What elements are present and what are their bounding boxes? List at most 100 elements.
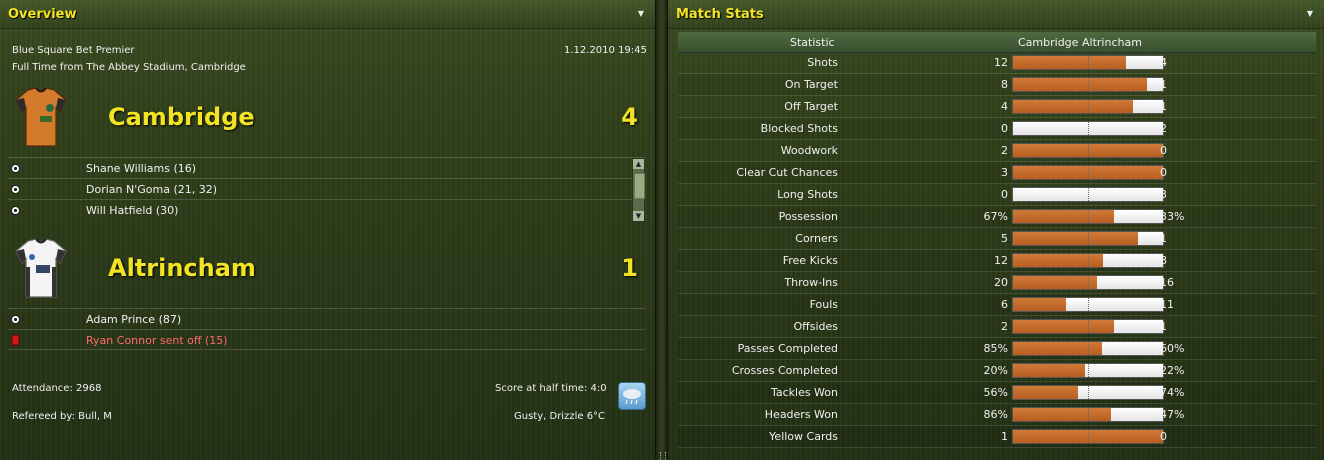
stat-label: Long Shots	[777, 188, 838, 201]
stat-comparison-bar	[1012, 253, 1164, 268]
stat-comparison-bar	[1012, 407, 1164, 422]
stat-bar-midline	[1088, 166, 1089, 179]
home-events-list[interactable]: Shane Williams (16) Dorian N'Goma (21, 3…	[8, 157, 645, 222]
stat-bar-midline	[1088, 232, 1089, 245]
stat-home-fill	[1013, 298, 1066, 311]
stat-bar-midline	[1088, 298, 1089, 311]
stat-row: Yellow Cards 1 0	[678, 426, 1316, 448]
stat-home-fill	[1013, 364, 1085, 377]
stat-away-value: 2	[1160, 122, 1167, 135]
event-text: Ryan Connor sent off (15)	[86, 334, 228, 347]
stat-comparison-bar	[1012, 363, 1164, 378]
stat-label: Shots	[807, 56, 838, 69]
stat-home-value: 1	[1001, 430, 1008, 443]
stat-comparison-bar	[1012, 77, 1164, 92]
stat-home-fill	[1013, 78, 1147, 91]
stat-row: Shots 12 4	[678, 52, 1316, 74]
scroll-down-icon[interactable]: ▼	[633, 211, 644, 221]
stat-away-value: 1	[1160, 232, 1167, 245]
stat-label: Free Kicks	[782, 254, 838, 267]
stat-home-fill	[1013, 56, 1126, 69]
event-row: Ryan Connor sent off (15)	[8, 329, 645, 350]
stat-away-value: 47%	[1160, 408, 1185, 421]
overview-menu-icon[interactable]: ▼	[635, 8, 647, 20]
home-events-scrollbar[interactable]: ▲ ▼	[632, 158, 645, 222]
event-text: Will Hatfield (30)	[86, 204, 179, 217]
stat-row: Passes Completed 85% 60%	[678, 338, 1316, 360]
stat-home-value: 12	[994, 56, 1008, 69]
away-team-score: 1	[621, 254, 638, 282]
match-stats-title: Match Stats	[676, 7, 764, 22]
stat-away-value: 74%	[1160, 386, 1185, 399]
stat-home-fill	[1013, 210, 1114, 223]
stat-home-value: 6	[1001, 298, 1008, 311]
match-stats-menu-icon[interactable]: ▼	[1304, 8, 1316, 20]
scroll-thumb[interactable]	[634, 173, 645, 199]
header-away-team[interactable]: Altrincham	[1082, 36, 1142, 49]
match-venue: Full Time from The Abbey Stadium, Cambri…	[12, 62, 246, 73]
away-events-list[interactable]: Adam Prince (87) Ryan Connor sent off (1…	[8, 308, 645, 350]
stat-home-value: 4	[1001, 100, 1008, 113]
splitter-grip[interactable]	[660, 452, 666, 460]
stat-home-fill	[1013, 100, 1133, 113]
stat-home-value: 56%	[983, 386, 1008, 399]
stat-away-value: 11	[1160, 298, 1174, 311]
event-row: Will Hatfield (30)	[8, 199, 645, 220]
stat-label: Off Target	[784, 100, 838, 113]
header-home-team[interactable]: Cambridge	[1018, 36, 1078, 49]
stat-home-value: 20	[994, 276, 1008, 289]
stat-comparison-bar	[1012, 231, 1164, 246]
event-text: Shane Williams (16)	[86, 162, 197, 175]
header-statistic[interactable]: Statistic	[790, 36, 835, 49]
stat-bar-midline	[1088, 320, 1089, 333]
stat-home-fill	[1013, 254, 1103, 267]
stat-home-fill	[1013, 276, 1097, 289]
stat-label: Clear Cut Chances	[736, 166, 838, 179]
stat-bar-midline	[1088, 78, 1089, 91]
stat-bar-midline	[1088, 386, 1089, 399]
stat-away-value: 1	[1160, 78, 1167, 91]
stat-bar-midline	[1088, 342, 1089, 355]
referee: Refereed by: Bull, M	[12, 411, 112, 422]
stat-row: Throw-Ins 20 16	[678, 272, 1316, 294]
stat-comparison-bar	[1012, 99, 1164, 114]
stat-bar-midline	[1088, 254, 1089, 267]
stat-away-value: 33%	[1160, 210, 1185, 223]
stat-comparison-bar	[1012, 275, 1164, 290]
stat-home-value: 8	[1001, 78, 1008, 91]
stat-comparison-bar	[1012, 385, 1164, 400]
stat-row: Long Shots 0 3	[678, 184, 1316, 206]
stat-bar-midline	[1088, 122, 1089, 135]
stat-comparison-bar	[1012, 121, 1164, 136]
stat-row: Woodwork 2 0	[678, 140, 1316, 162]
scroll-up-icon[interactable]: ▲	[633, 159, 644, 169]
stat-away-value: 1	[1160, 100, 1167, 113]
stat-home-fill	[1013, 386, 1078, 399]
stat-row: Clear Cut Chances 3 0	[678, 162, 1316, 184]
stat-label: On Target	[784, 78, 838, 91]
stat-away-value: 8	[1160, 254, 1167, 267]
away-team-name: Altrincham	[108, 254, 256, 282]
stat-label: Offsides	[793, 320, 838, 333]
stat-row: Offsides 2 1	[678, 316, 1316, 338]
stat-bar-midline	[1088, 210, 1089, 223]
panel-splitter[interactable]	[655, 0, 668, 460]
weather-drizzle-icon	[618, 382, 646, 410]
stat-label: Throw-Ins	[784, 276, 838, 289]
stat-comparison-bar	[1012, 55, 1164, 70]
stat-bar-midline	[1088, 56, 1089, 69]
stat-comparison-bar	[1012, 143, 1164, 158]
match-stats-title-bar: Match Stats ▼	[668, 0, 1324, 29]
event-row: Shane Williams (16)	[8, 157, 645, 178]
event-row: Adam Prince (87)	[8, 308, 645, 329]
stat-comparison-bar	[1012, 319, 1164, 334]
stat-home-value: 86%	[983, 408, 1008, 421]
stat-comparison-bar	[1012, 187, 1164, 202]
stat-bar-midline	[1088, 144, 1089, 157]
stat-away-value: 3	[1160, 188, 1167, 201]
stat-away-value: 0	[1160, 430, 1167, 443]
away-shirt-icon	[14, 237, 68, 304]
stat-comparison-bar	[1012, 429, 1164, 444]
stat-row: Off Target 4 1	[678, 96, 1316, 118]
stat-home-value: 0	[1001, 188, 1008, 201]
